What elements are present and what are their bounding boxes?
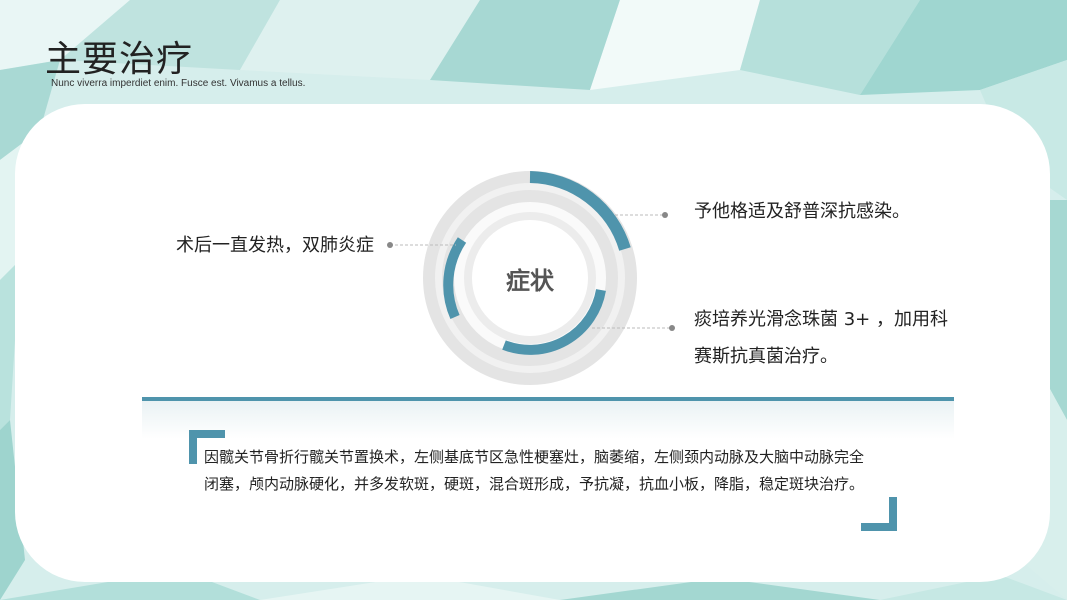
callout-top-right-text: 予他格适及舒普深抗感染。 bbox=[694, 201, 910, 222]
symptom-ring-diagram: 症状 bbox=[422, 170, 638, 386]
quote-bracket-close-icon bbox=[861, 497, 897, 531]
page-subtitle: Nunc viverra imperdiet enim. Fusce est. … bbox=[51, 78, 306, 89]
page-title: 主要治疗 bbox=[45, 39, 194, 80]
diagram-center-label: 症状 bbox=[506, 266, 554, 295]
divider-shadow bbox=[142, 401, 954, 439]
callout-bottom-right-text: 痰培养光滑念珠菌 3+ ，加用科赛斯抗真菌治疗。 bbox=[694, 309, 948, 367]
treatment-description: 因髋关节骨折行髋关节置换术，左侧基底节区急性梗塞灶，脑萎缩，左侧颈内动脉及大脑中… bbox=[204, 448, 865, 493]
callout-left-text: 术后一直发热，双肺炎症 bbox=[176, 235, 374, 256]
